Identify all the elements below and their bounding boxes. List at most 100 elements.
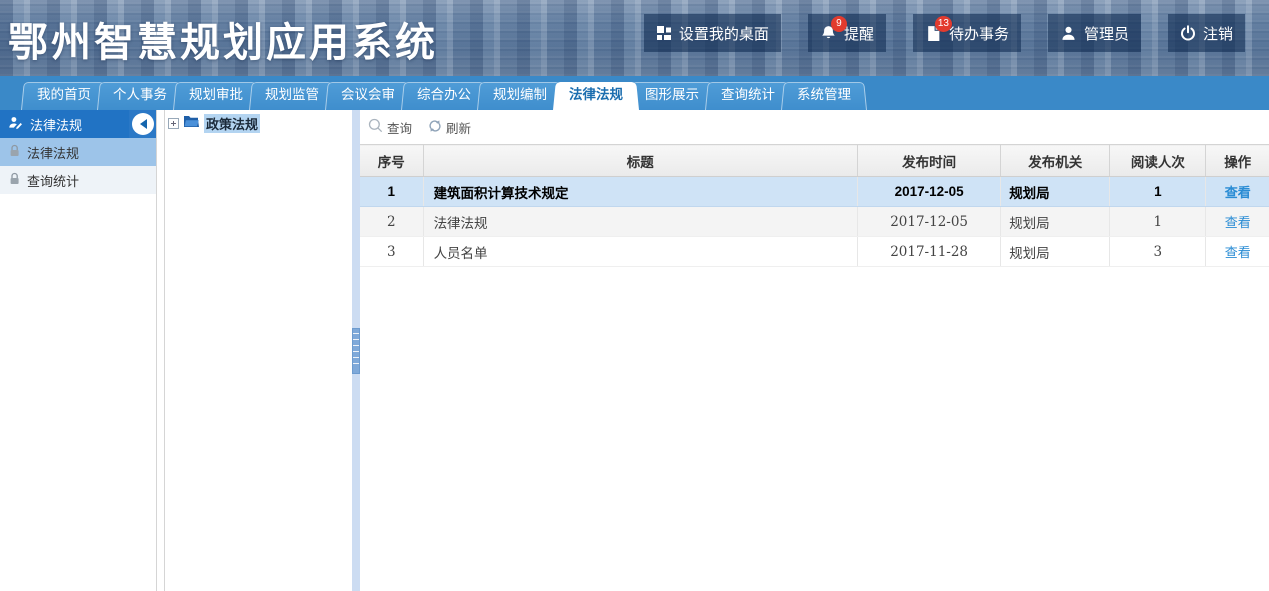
content-area: 法律法规 法律法规 查询统计 [0,110,1269,591]
column-header-actions: 操作 [1206,145,1269,177]
desktop-grid-icon [656,25,672,41]
todo-tasks-badge: 13 [935,16,952,32]
sidebar-header-label: 法律法规 [30,115,82,134]
tree-node-label: 政策法规 [204,114,260,133]
sidebar-gutter [157,110,164,591]
tree-expand-icon[interactable] [168,118,179,129]
tab-query-statistics[interactable]: 查询统计 [705,80,791,110]
folder-open-icon [183,114,200,133]
tab-label: 规划审批 [189,87,243,102]
logout-label: 注销 [1203,23,1233,44]
tab-my-home[interactable]: 我的首页 [21,80,107,110]
tab-graphic-display[interactable]: 图形展示 [629,80,715,110]
cell-title: 法律法规 [423,207,857,237]
tab-label: 我的首页 [37,87,91,102]
cell-no: 2 [360,207,423,237]
admin-user-label: 管理员 [1084,23,1129,44]
tab-label: 规划编制 [493,87,547,102]
cell-title: 人员名单 [423,237,857,267]
query-button-label: 查询 [387,118,412,137]
regulations-table: 序号 标题 发布时间 发布机关 阅读人次 操作 1 建筑面积计算技术规定 201… [360,144,1269,267]
banner-actions: 设置我的桌面 9 提醒 13 待办事务 [644,14,1245,52]
bell-icon: 9 [820,25,837,42]
tab-planning-compilation[interactable]: 规划编制 [477,80,563,110]
cell-publish-org: 规划局 [1001,177,1110,207]
user-icon [1060,25,1077,42]
reminders-label: 提醒 [844,23,874,44]
tree-node-policy-regulations[interactable]: 政策法规 [168,114,349,133]
todo-doc-icon: 13 [925,25,942,42]
view-link[interactable]: 查看 [1225,215,1251,230]
cell-read-count: 1 [1110,177,1206,207]
cell-read-count: 3 [1110,237,1206,267]
tab-planning-supervision[interactable]: 规划监管 [249,80,335,110]
sidebar-item-laws-regulations[interactable]: 法律法规 [0,138,156,166]
tab-system-management[interactable]: 系统管理 [781,80,867,110]
sidebar-item-label: 查询统计 [27,171,79,190]
main-panel: 查询 刷新 序号 [360,110,1269,591]
tab-meeting-review[interactable]: 会议会审 [325,80,411,110]
tab-label: 会议会审 [341,87,395,102]
sidebar: 法律法规 法律法规 查询统计 [0,110,157,591]
set-desktop-button[interactable]: 设置我的桌面 [644,14,781,52]
todo-tasks-label: 待办事务 [949,23,1009,44]
table-row[interactable]: 1 建筑面积计算技术规定 2017-12-05 规划局 1 查看 [360,177,1269,207]
cell-publish-date: 2017-12-05 [858,207,1001,237]
sidebar-header: 法律法规 [0,110,156,138]
logout-power-icon [1180,25,1196,41]
cell-no: 1 [360,177,423,207]
app-banner: 鄂州智慧规划应用系统 设置我的桌面 9 提醒 [0,0,1269,76]
sidebar-item-query-statistics[interactable]: 查询统计 [0,166,156,194]
chevron-left-icon [140,119,147,129]
reminders-button[interactable]: 9 提醒 [808,14,886,52]
logout-button[interactable]: 注销 [1168,14,1245,52]
sidebar-item-label: 法律法规 [27,143,79,162]
tab-label: 个人事务 [113,87,167,102]
column-header-read-count: 阅读人次 [1110,145,1206,177]
column-header-no: 序号 [360,145,423,177]
view-link[interactable]: 查看 [1225,185,1251,200]
admin-user-button[interactable]: 管理员 [1048,14,1141,52]
cell-publish-org: 规划局 [1001,237,1110,267]
tab-label: 法律法规 [569,87,623,102]
reminders-badge: 9 [831,16,847,32]
column-header-publish-date: 发布时间 [858,145,1001,177]
main-tabbar: 我的首页 个人事务 规划审批 规划监管 会议会审 综合办公 规划编制 法律法规 … [0,76,1269,110]
set-desktop-label: 设置我的桌面 [679,23,769,44]
list-toolbar: 查询 刷新 [360,110,1269,144]
table-row[interactable]: 2 法律法规 2017-12-05 规划局 1 查看 [360,207,1269,237]
column-header-publish-org: 发布机关 [1001,145,1110,177]
table-header-row: 序号 标题 发布时间 发布机关 阅读人次 操作 [360,145,1269,177]
tab-general-office[interactable]: 综合办公 [401,80,487,110]
tab-laws-regulations[interactable]: 法律法规 [553,80,639,110]
cell-no: 3 [360,237,423,267]
column-header-title: 标题 [423,145,857,177]
sidebar-collapse-button[interactable] [129,110,156,138]
refresh-icon [428,119,442,136]
lock-icon [9,144,20,160]
tree-panel: 政策法规 [164,110,352,591]
refresh-button[interactable]: 刷新 [428,118,471,137]
panel-splitter[interactable] [352,110,360,591]
tab-label: 规划监管 [265,87,319,102]
view-link[interactable]: 查看 [1225,245,1251,260]
refresh-button-label: 刷新 [446,118,471,137]
tab-personal-affairs[interactable]: 个人事务 [97,80,183,110]
table-row[interactable]: 3 人员名单 2017-11-28 规划局 3 查看 [360,237,1269,267]
cell-title: 建筑面积计算技术规定 [423,177,857,207]
splitter-grip-handle[interactable] [352,328,360,374]
app-title: 鄂州智慧规划应用系统 [8,10,438,68]
tab-label: 系统管理 [797,87,851,102]
tab-planning-approval[interactable]: 规划审批 [173,80,259,110]
tab-label: 图形展示 [645,87,699,102]
tab-label: 查询统计 [721,87,775,102]
query-button[interactable]: 查询 [368,118,412,137]
cell-read-count: 1 [1110,207,1206,237]
cell-publish-date: 2017-12-05 [858,177,1001,207]
tab-label: 综合办公 [417,87,471,102]
user-edit-icon [8,115,23,133]
lock-icon [9,172,20,188]
cell-publish-org: 规划局 [1001,207,1110,237]
search-icon [368,118,383,136]
todo-tasks-button[interactable]: 13 待办事务 [913,14,1021,52]
